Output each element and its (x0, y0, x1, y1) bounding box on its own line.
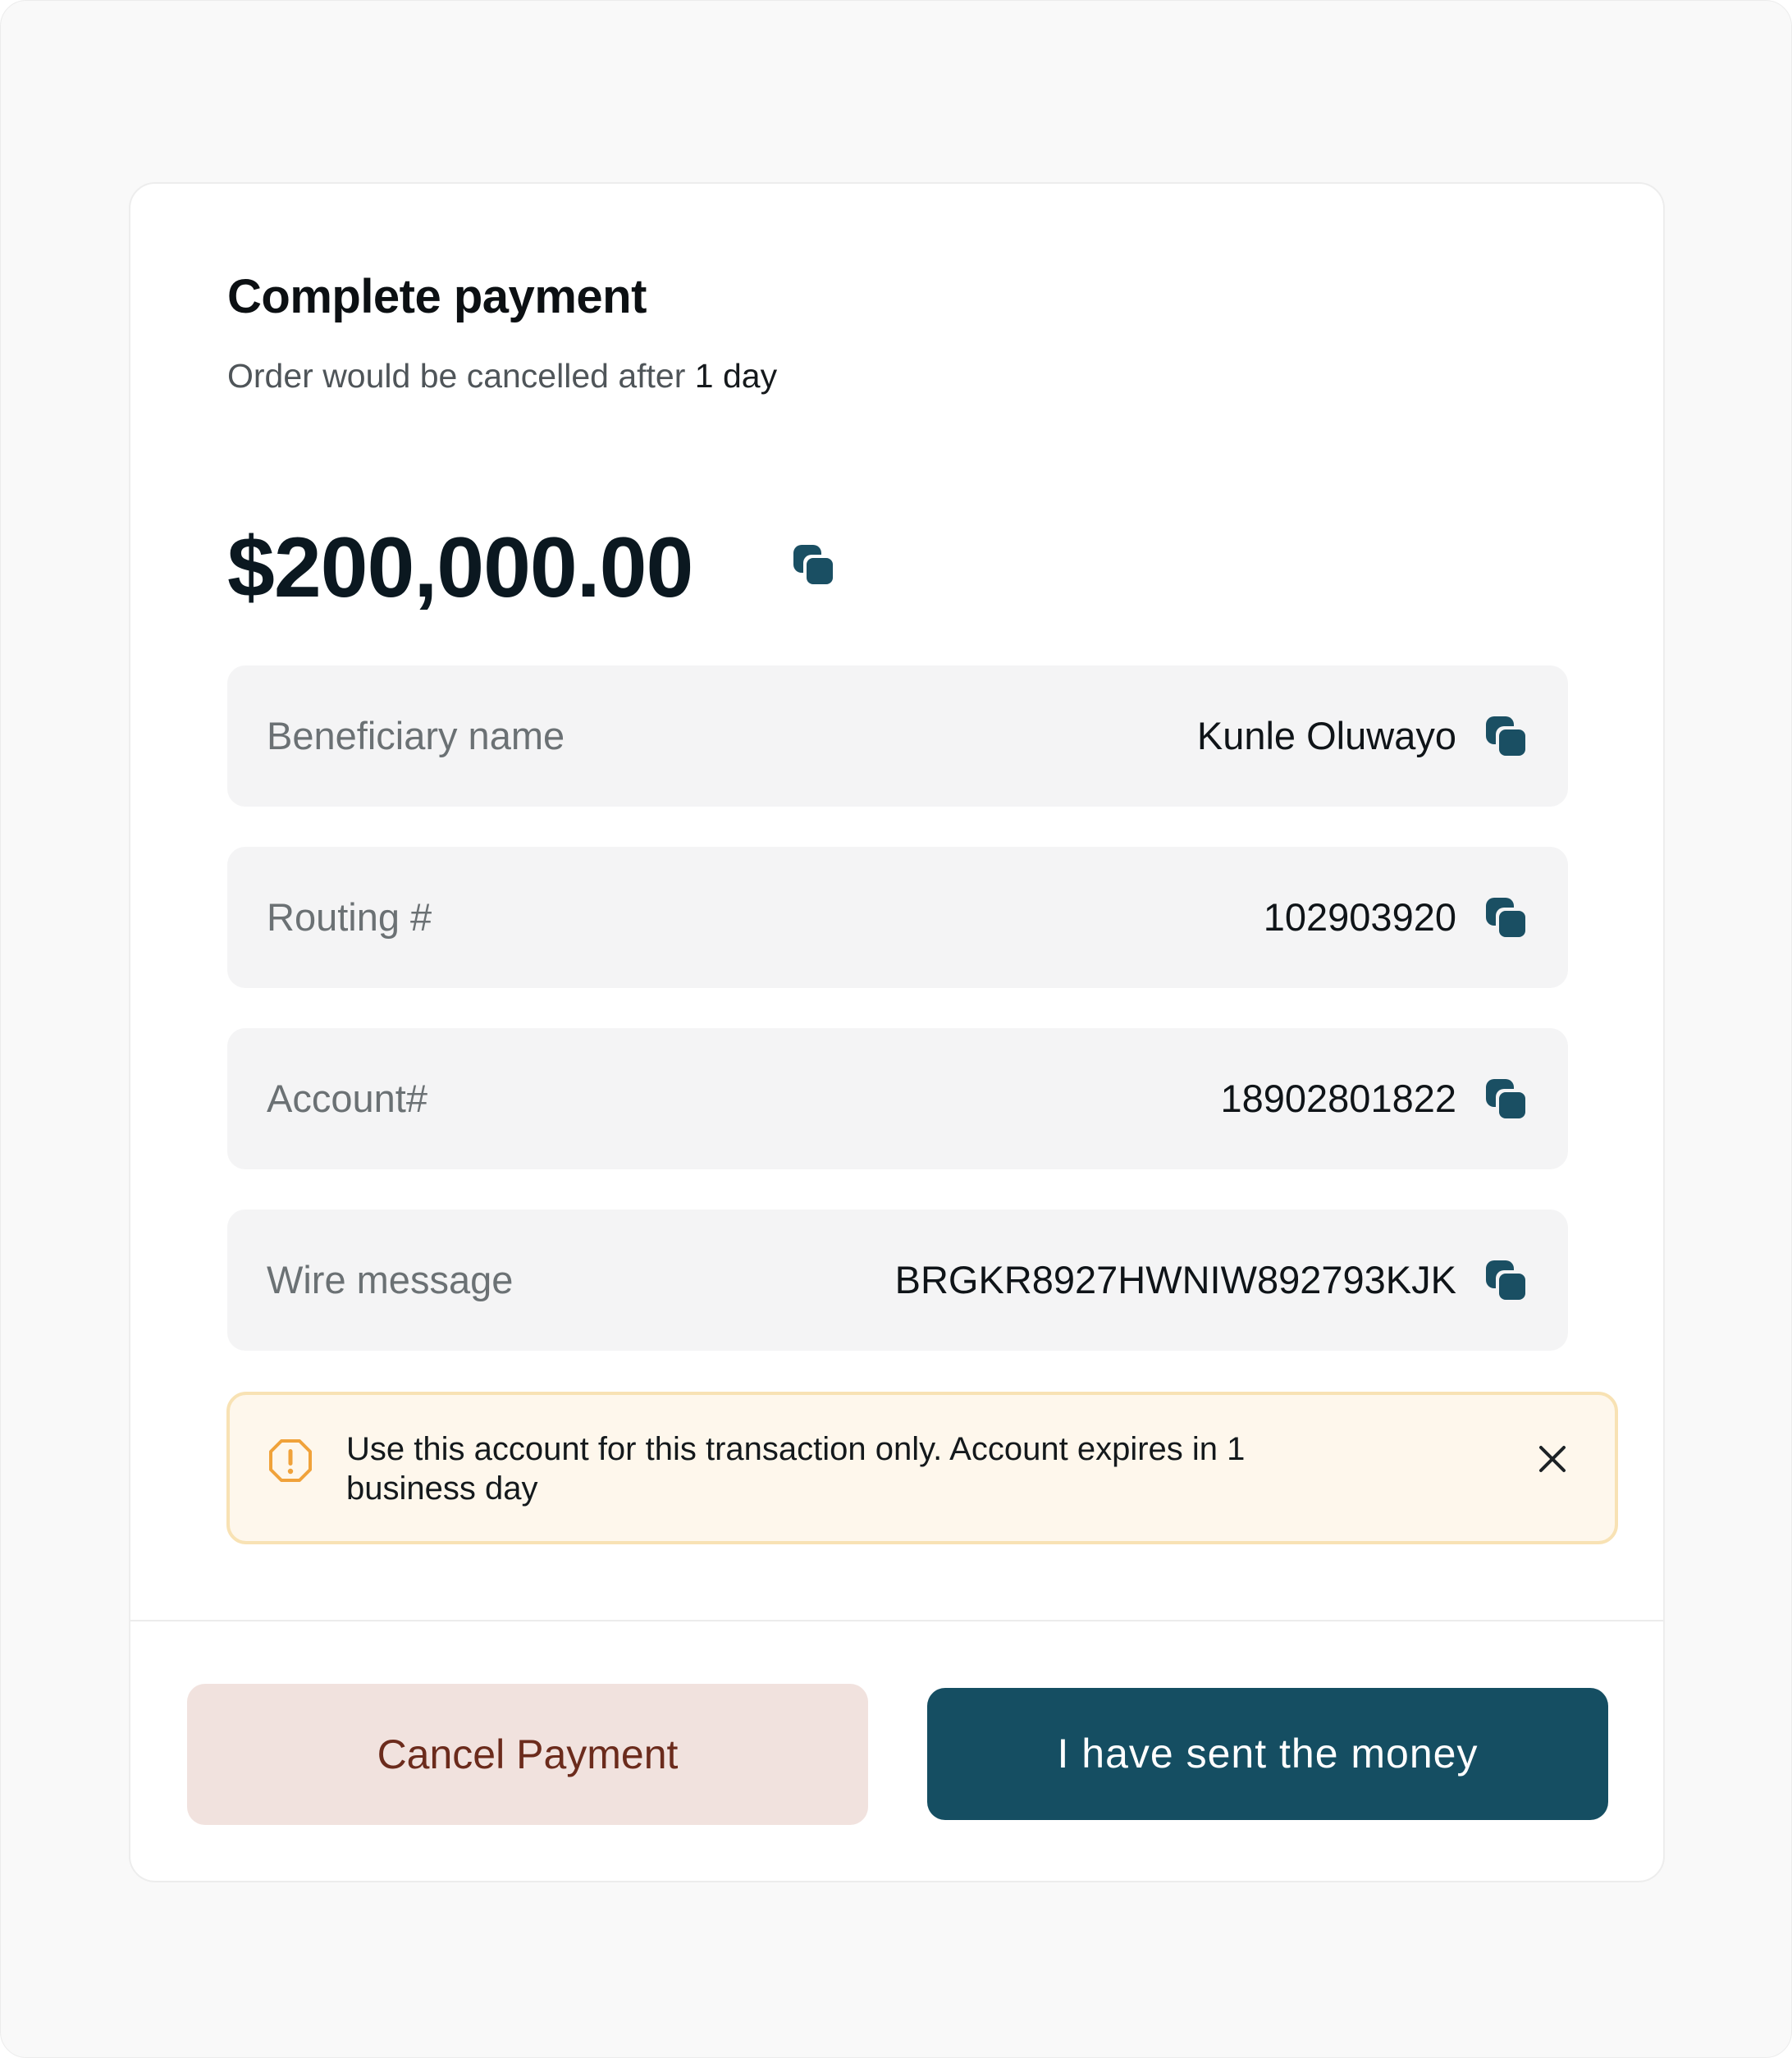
wire-message-label: Wire message (267, 1258, 514, 1301)
wire-message-value: BRGKR8927HWNIW892793KJK (894, 1258, 1456, 1301)
cancellation-notice: Order would be cancelled after 1 day (227, 354, 777, 398)
page-title: Complete payment (227, 270, 647, 323)
beneficiary-name-value: Kunle Oluwayo (1196, 714, 1456, 757)
account-number-value: 18902801822 (1220, 1077, 1456, 1120)
alert-message: Use this account for this transaction on… (346, 1431, 1246, 1507)
cancellation-period: 1 day (694, 357, 778, 395)
payment-amount: $200,000.00 (227, 520, 693, 615)
beneficiary-name-label: Beneficiary name (267, 714, 565, 757)
copy-wire-message-icon[interactable] (1483, 1257, 1529, 1303)
copy-routing-number-icon[interactable] (1483, 894, 1529, 940)
account-number-row: Account# 18902801822 (227, 1028, 1568, 1169)
account-number-label: Account# (267, 1077, 427, 1120)
confirm-money-sent-button[interactable]: I have sent the money (927, 1688, 1608, 1820)
copy-account-number-icon[interactable] (1483, 1076, 1529, 1122)
wire-message-row: Wire message BRGKR8927HWNIW892793KJK (227, 1210, 1568, 1351)
account-expiry-alert: Use this account for this transaction on… (226, 1392, 1618, 1544)
routing-number-label: Routing # (267, 895, 432, 939)
routing-number-row: Routing # 102903920 (227, 847, 1568, 988)
beneficiary-name-row: Beneficiary name Kunle Oluwayo (227, 665, 1568, 807)
warning-icon (269, 1439, 312, 1482)
close-icon[interactable] (1536, 1443, 1569, 1475)
copy-beneficiary-name-icon[interactable] (1483, 713, 1529, 759)
footer-divider (130, 1620, 1663, 1621)
copy-amount-icon[interactable] (790, 542, 836, 588)
cancellation-notice-text: Order would be cancelled after (227, 357, 695, 395)
routing-number-value: 102903920 (1263, 895, 1456, 939)
cancel-payment-button[interactable]: Cancel Payment (187, 1684, 868, 1825)
